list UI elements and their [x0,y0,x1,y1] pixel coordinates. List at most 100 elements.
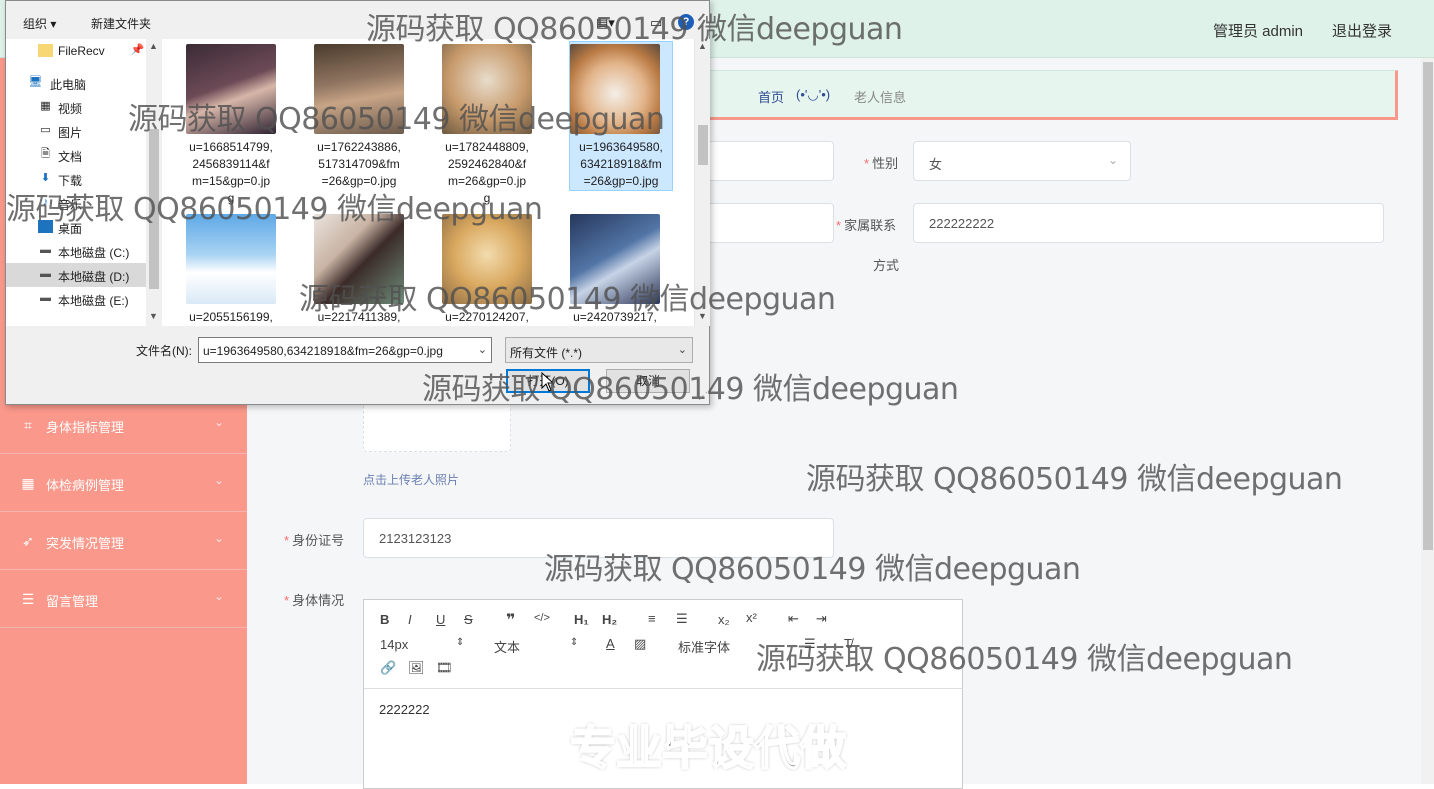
photo-upload-hint[interactable]: 点击上传老人照片 [363,471,459,488]
filetype-select[interactable]: 所有文件 (*.*) ⌄ [505,337,693,363]
image-icon[interactable]: 🖼 [408,660,425,676]
filename-value: u=1963649580,634218918&fm=26&gp=0.jpg [203,344,443,358]
heading2-icon[interactable]: H₂ [602,612,617,627]
scroll-up-icon[interactable]: ▲ [149,41,158,51]
file-name[interactable]: u=1762243886, 517314709&fm =26&gp=0.jpg [303,139,415,190]
watermark-text: 源码获取 QQ86050149 微信deepguan [299,282,836,317]
name-field[interactable] [705,141,834,181]
font-size-select[interactable]: 14px [380,637,408,652]
drive-icon: ▬ [40,244,51,256]
breadcrumb: 首页 (•'◡'•) 老人信息 [705,70,1398,120]
new-folder-button[interactable]: 新建文件夹 [91,15,151,32]
sidebar-item-messages[interactable]: ☰ 留言管理 ⌄ [0,571,247,628]
nav-item-drive-d[interactable]: ▬ 本地磁盘 (D:) [6,263,146,287]
pin-icon: 📌 [130,44,145,56]
background-color-icon[interactable]: ▨ [634,636,646,652]
watermark-text: 源码获取 QQ86050149 微信deepguan [422,372,959,407]
chevron-down-icon: ⌄ [1107,153,1118,167]
font-family-select[interactable]: 标准字体 [678,637,730,656]
updown-icon: ⇕ [570,637,579,648]
nav-item-label: FileRecv [58,44,105,58]
scroll-down-icon[interactable]: ▼ [149,311,158,321]
filetype-value: 所有文件 (*.*) [510,346,583,360]
age-field[interactable] [705,203,834,243]
nav-item-videos[interactable]: ▦ 视频 [6,95,146,119]
indent-icon[interactable]: ⇥ [816,611,827,627]
filename-input[interactable]: u=1963649580,634218918&fm=26&gp=0.jpg ⌄ [198,337,492,363]
grid-icon: ▦ [21,475,35,491]
logout-link[interactable]: 退出登录 [1332,20,1392,41]
drive-icon: ▬ [40,292,51,304]
underline-icon[interactable]: U [436,612,445,627]
nav-item-label: 图片 [58,126,83,140]
blockquote-icon[interactable]: ❞ [506,610,515,630]
outdent-icon[interactable]: ⇤ [788,611,799,627]
sidebar-item-label: 身体指标管理 [46,420,125,435]
subscript-icon[interactable]: x₂ [718,612,730,627]
family-contact-label: * 家属联系 [836,218,897,233]
file-name[interactable]: u=2055156199, [175,309,287,326]
video-icon[interactable]: 🎞 [436,660,453,676]
list-icon: ☰ [21,591,35,607]
nav-item-drive-c[interactable]: ▬ 本地磁盘 (C:) [6,239,146,263]
id-number-label: * 身份证号 [284,533,345,548]
file-name[interactable]: u=1963649580, 634218918&fm =26&gp=0.jpg [565,139,677,190]
code-icon[interactable]: </> [534,612,550,624]
watermark-text: 源码获取 QQ86050149 微信deepguan [128,102,665,137]
nav-item-label: 文档 [58,150,83,164]
bullet-list-icon[interactable]: ☰ [676,611,688,627]
chevron-down-icon: ⌄ [214,473,225,487]
drive-icon: ▬ [40,268,51,280]
family-contact-input[interactable]: 222222222 [913,203,1384,243]
watermark-text: 源码获取 QQ86050149 微信deepguan [366,12,903,47]
watermark-text: 源码获取 QQ86050149 微信deepguan [806,462,1343,497]
italic-icon[interactable]: I [408,612,412,627]
page-scrollbar-thumb[interactable] [1423,62,1433,550]
nav-item-label: 此电脑 [50,78,87,92]
scroll-thumb[interactable] [698,125,708,165]
nav-item-filerecv[interactable]: FileRecv 📌 [6,39,146,63]
current-user-label: 管理员 admin [1212,23,1303,40]
nav-item-this-pc[interactable]: 🖥 此电脑 [6,71,146,95]
breadcrumb-current: 老人信息 [854,90,907,105]
nav-item-label: 本地磁盘 (C:) [58,246,130,260]
navigation-scrollbar[interactable]: ▲ ▼ [146,39,162,326]
crop-icon: ⌗ [24,417,32,433]
link-icon[interactable]: 🔗 [380,660,396,676]
video-icon: ▦ [40,100,51,112]
nav-item-drive-e[interactable]: ▬ 本地磁盘 (E:) [6,287,146,311]
folder-icon [38,44,53,57]
watermark-text: 源码获取 QQ86050149 微信deepguan [6,192,543,227]
sidebar-item-body-metrics[interactable]: ⌗ 身体指标管理 ⌄ [0,397,247,454]
nav-item-label: 本地磁盘 (D:) [58,270,130,284]
organize-menu[interactable]: 组织 ▾ [23,15,56,32]
watermark-text: 源码获取 QQ86050149 微信deepguan [544,552,1081,587]
gender-label: * 性别 [864,156,899,171]
nav-item-label: 本地磁盘 (E:) [58,294,129,308]
ordered-list-icon[interactable]: ≡ [648,611,656,626]
chevron-down-icon: ⌄ [214,589,225,603]
nav-item-pictures[interactable]: ▭ 图片 [6,119,146,143]
bold-icon[interactable]: B [380,612,389,627]
nav-item-documents[interactable]: 🗎 文档 [6,143,146,167]
nav-item-label: 视频 [58,102,83,116]
sidebar-item-checkup-records[interactable]: ▦ 体检病例管理 ⌄ [0,455,247,512]
chevron-down-icon: ⌄ [214,531,225,545]
strikethrough-icon[interactable]: S [464,612,473,627]
chevron-down-icon: ⌄ [214,415,225,429]
updown-icon: ⇕ [456,637,465,648]
breadcrumb-separator: (•'◡'•) [796,87,831,102]
chevron-down-icon[interactable]: ⌄ [478,343,487,356]
breadcrumb-home[interactable]: 首页 [758,87,784,106]
text-style-select[interactable]: 文本 [494,637,520,656]
sidebar-item-emergencies[interactable]: ➶ 突发情况管理 ⌄ [0,513,247,570]
editor-content[interactable]: 2222222 [379,702,430,717]
superscript-icon[interactable]: x² [746,610,757,625]
editor-divider [364,688,962,689]
computer-icon: 🖥 [28,76,43,88]
font-color-icon[interactable]: A [606,636,615,651]
gender-select[interactable]: 女 ⌄ [913,141,1131,181]
sidebar-item-label: 体检病例管理 [46,478,125,493]
heading1-icon[interactable]: H₁ [574,612,589,627]
document-icon: 🗎 [41,148,50,160]
